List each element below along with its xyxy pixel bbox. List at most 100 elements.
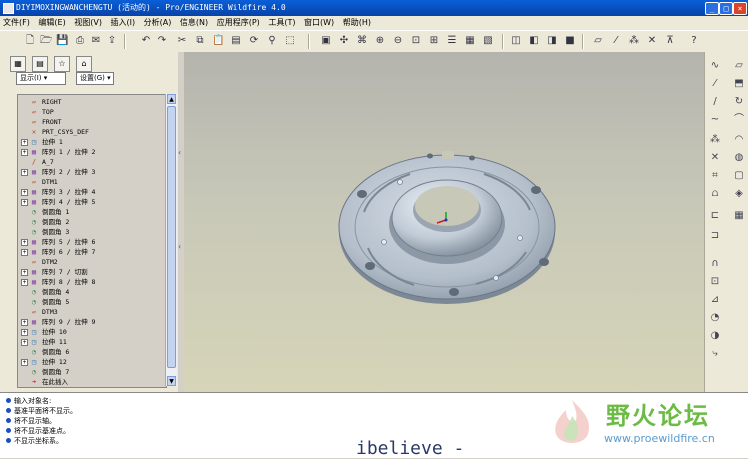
close-button[interactable]: × <box>733 2 747 15</box>
new-file-icon[interactable]: 🗋 <box>24 35 36 47</box>
curve-tool-icon[interactable]: ~ <box>709 114 721 126</box>
regenerate-icon[interactable]: ⟳ <box>248 35 260 47</box>
cut-icon[interactable]: ✂ <box>176 35 188 47</box>
round-tool-icon[interactable]: ▦ <box>733 210 745 222</box>
draft-tool-icon[interactable]: ⊏ <box>709 210 721 222</box>
menu-insert[interactable]: 插入(I) <box>108 16 139 30</box>
saved-views-icon[interactable]: ☰ <box>446 35 458 47</box>
show-dropdown[interactable]: 显示(I) ▾ <box>16 72 66 85</box>
scroll-thumb[interactable] <box>167 106 176 368</box>
revolve-tool-icon[interactable]: ↻ <box>733 96 745 108</box>
reorient-icon[interactable]: ⊞ <box>428 35 440 47</box>
undo-icon[interactable]: ↶ <box>140 35 152 47</box>
vertex-icon[interactable]: ⩍ <box>709 188 721 200</box>
settings-dropdown[interactable]: 设置(G) ▾ <box>76 72 114 85</box>
chamfer-tool-icon[interactable]: ⊐ <box>709 230 721 242</box>
send-icon[interactable]: ⇪ <box>106 35 118 47</box>
mirror-tool-icon[interactable]: ⊡ <box>709 276 721 288</box>
scroll-up-icon[interactable]: ▲ <box>167 94 176 104</box>
csys-tool-icon[interactable]: ✕ <box>709 152 721 164</box>
csys-toggle-icon[interactable]: ✕ <box>646 35 658 47</box>
save-icon[interactable]: 💾 <box>56 35 68 47</box>
menu-file[interactable]: 文件(F) <box>0 16 33 30</box>
menu-analysis[interactable]: 分析(A) <box>141 16 175 30</box>
expand-toggle[interactable]: + <box>21 199 28 206</box>
axis-tool-icon[interactable]: / <box>709 96 721 108</box>
expand-toggle[interactable]: + <box>21 329 28 336</box>
repaint-icon[interactable]: ▣ <box>320 35 332 47</box>
menu-window[interactable]: 窗口(W) <box>301 16 337 30</box>
datum-axis-icon[interactable]: ⁄ <box>709 78 721 90</box>
model-tree-tab-icon[interactable]: ▦ <box>10 56 26 72</box>
zoom-out-icon[interactable]: ⊖ <box>392 35 404 47</box>
view-manager-icon[interactable]: ▧ <box>482 35 494 47</box>
expand-toggle[interactable]: + <box>21 239 28 246</box>
collapse-arrow-icon[interactable]: ‹ <box>178 242 181 251</box>
expand-toggle[interactable]: + <box>21 319 28 326</box>
email-icon[interactable]: ✉ <box>90 35 102 47</box>
sweep-tool-icon[interactable]: ⌒ <box>733 114 745 126</box>
offset-tool-icon[interactable]: ◑ <box>709 330 721 342</box>
expand-toggle[interactable]: + <box>21 249 28 256</box>
sketch-icon[interactable]: ∿ <box>709 60 721 72</box>
menu-help[interactable]: 帮助(H) <box>340 16 374 30</box>
spin-center-icon[interactable]: ✣ <box>338 35 350 47</box>
collapse-arrow-icon[interactable]: ‹ <box>178 148 181 157</box>
refit-icon[interactable]: ⊡ <box>410 35 422 47</box>
scroll-down-icon[interactable]: ▼ <box>167 376 176 386</box>
trim-tool-icon[interactable]: ◔ <box>709 312 721 324</box>
print-icon[interactable]: ⎙ <box>74 35 86 47</box>
expand-toggle[interactable]: + <box>21 359 28 366</box>
merge-tool-icon[interactable]: ⊿ <box>709 294 721 306</box>
menu-info[interactable]: 信息(N) <box>177 16 211 30</box>
menu-edit[interactable]: 编辑(E) <box>35 16 68 30</box>
analysis-icon[interactable]: ⌗ <box>709 170 721 182</box>
shell-tool-icon[interactable]: ▢ <box>733 170 745 182</box>
no-hidden-icon[interactable]: ◨ <box>546 35 558 47</box>
expand-toggle[interactable]: + <box>21 279 28 286</box>
minimize-button[interactable]: _ <box>705 2 719 15</box>
wireframe-icon[interactable]: ◫ <box>510 35 522 47</box>
folder-browser-tab-icon[interactable]: ▤ <box>32 56 48 72</box>
part-model[interactable] <box>184 52 704 392</box>
paste-icon[interactable]: 📋 <box>212 35 224 47</box>
rib-tool-icon[interactable]: ◈ <box>733 188 745 200</box>
select-box-icon[interactable]: ⬚ <box>284 35 296 47</box>
open-file-icon[interactable]: 🗁 <box>40 35 52 47</box>
hidden-line-icon[interactable]: ◧ <box>528 35 540 47</box>
zoom-in-icon[interactable]: ⊕ <box>374 35 386 47</box>
hole-tool-icon[interactable]: ◍ <box>733 152 745 164</box>
expand-toggle[interactable]: + <box>21 189 28 196</box>
datum-point-toggle-icon[interactable]: ⁂ <box>628 35 640 47</box>
expand-toggle[interactable]: + <box>21 149 28 156</box>
expand-toggle[interactable]: + <box>21 269 28 276</box>
extrude-tool-icon[interactable]: ⬒ <box>733 78 745 90</box>
blend-tool-icon[interactable]: ◠ <box>733 134 745 146</box>
pattern-tool-icon[interactable]: ∩ <box>709 258 721 270</box>
paste-special-icon[interactable]: ▤ <box>230 35 242 47</box>
expand-toggle[interactable]: + <box>21 169 28 176</box>
datum-plane-icon[interactable]: ▱ <box>733 60 745 72</box>
datum-plane-toggle-icon[interactable]: ▱ <box>592 35 604 47</box>
expand-toggle[interactable]: + <box>21 339 28 346</box>
copy-icon[interactable]: ⧉ <box>194 35 206 47</box>
layers-icon[interactable]: ▦ <box>464 35 476 47</box>
datum-point-icon[interactable]: ⁂ <box>709 134 721 146</box>
redo-icon[interactable]: ↷ <box>156 35 168 47</box>
tree-scrollbar[interactable]: ▲ ▼ <box>165 94 177 386</box>
maximize-button[interactable]: □ <box>719 2 733 15</box>
expand-toggle[interactable]: + <box>21 139 28 146</box>
menu-view[interactable]: 视图(V) <box>71 16 105 30</box>
shading-icon[interactable]: ■ <box>564 35 576 47</box>
annotation-toggle-icon[interactable]: ⊼ <box>664 35 676 47</box>
favorites-tab-icon[interactable]: ☆ <box>54 56 70 72</box>
context-help-icon[interactable]: ? <box>688 35 700 47</box>
find-icon[interactable]: ⚲ <box>266 35 278 47</box>
orient-mode-icon[interactable]: ⌘ <box>356 35 368 47</box>
thicken-tool-icon[interactable]: ⤷ <box>709 348 721 360</box>
menu-tools[interactable]: 工具(T) <box>265 16 298 30</box>
connections-tab-icon[interactable]: ⌂ <box>76 56 92 72</box>
graphics-viewport[interactable] <box>184 52 704 392</box>
datum-axis-toggle-icon[interactable]: ⁄ <box>610 35 622 47</box>
menu-applications[interactable]: 应用程序(P) <box>214 16 263 30</box>
